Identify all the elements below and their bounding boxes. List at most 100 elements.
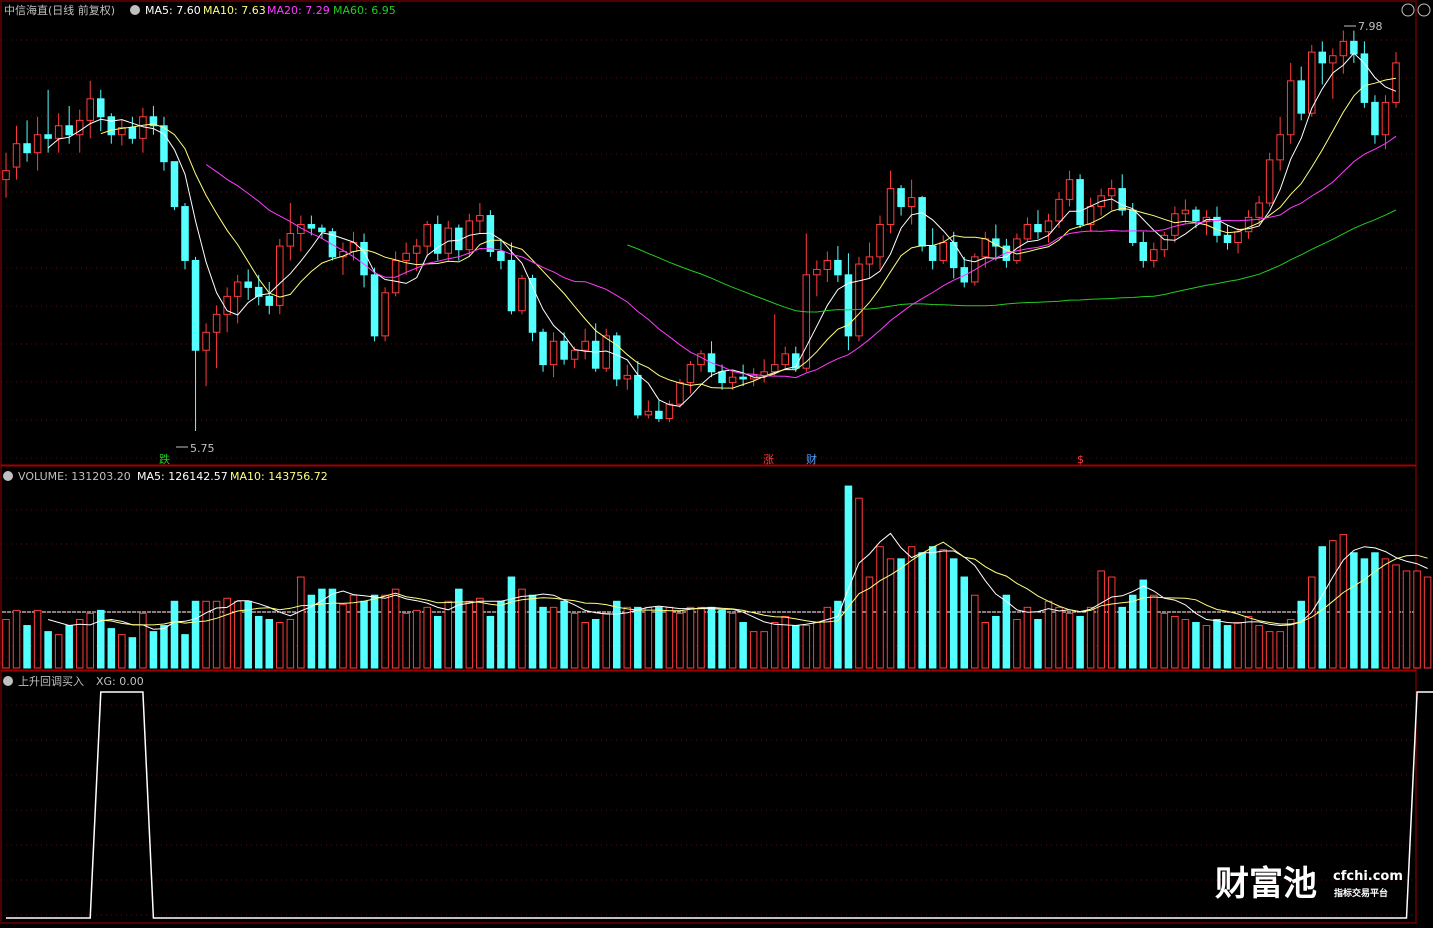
volume-bar — [118, 634, 126, 669]
volume-bar — [928, 546, 937, 669]
low-label: 5.75 — [190, 442, 215, 455]
candle-body — [644, 410, 653, 416]
volume-bar — [728, 612, 737, 669]
window-menu-icon[interactable] — [1417, 3, 1431, 17]
volume-bar — [718, 609, 726, 669]
candle-body — [1371, 101, 1379, 136]
volume-bar — [1381, 558, 1390, 669]
volume-bar — [497, 600, 505, 669]
candle-body — [2, 170, 10, 181]
window-up-icon[interactable] — [1401, 3, 1415, 17]
stock-chart[interactable]: 中信海直(日线 前复权) MA5: 7.60 MA10: 7.63 MA20: … — [0, 0, 1433, 928]
volume-bar — [1223, 625, 1232, 669]
volume-bar — [349, 594, 358, 669]
candle-body — [981, 238, 990, 258]
volume-bar — [876, 546, 884, 669]
candle-body — [65, 125, 73, 136]
legend-ma20: MA20: 7.29 — [267, 4, 330, 17]
candle-body — [212, 313, 221, 333]
volume-bar — [981, 622, 990, 669]
watermark-domain: cfchi.com — [1333, 869, 1403, 884]
volume-bar — [749, 631, 758, 669]
candle-body — [760, 371, 768, 376]
volume-collapse-icon[interactable] — [3, 471, 13, 481]
volume-bar — [402, 612, 410, 669]
volume-bar — [1413, 570, 1421, 669]
candle-body — [265, 295, 274, 306]
volume-bar — [623, 606, 632, 669]
volume-bar — [907, 546, 916, 669]
candle-body — [1318, 51, 1327, 64]
volume-bar — [1423, 576, 1432, 669]
volume-bar — [1044, 600, 1053, 669]
volume-bar — [1213, 618, 1221, 669]
candle-body — [560, 340, 568, 360]
legend-xg: XG: 0.00 — [96, 675, 144, 688]
candle-body — [739, 376, 747, 380]
volume-bar — [1402, 570, 1411, 669]
candle-body — [33, 134, 42, 154]
volume-bar — [1013, 618, 1021, 669]
candle-body — [318, 227, 326, 233]
legend-vol-ma5: MA5: 126142.57 — [137, 470, 228, 483]
candle-body — [170, 161, 179, 208]
candle-body — [834, 259, 842, 276]
volume-bar — [1350, 552, 1358, 669]
candle-body — [570, 349, 579, 360]
volume-bar — [1150, 594, 1158, 669]
candle-body — [1350, 40, 1358, 55]
candle-body — [507, 259, 516, 312]
volume-bar — [1171, 615, 1179, 669]
volume-bar — [992, 615, 1000, 669]
volume-bar — [1329, 540, 1337, 669]
candle-body — [1023, 224, 1032, 240]
volume-bar — [1265, 631, 1274, 669]
volume-bar — [770, 622, 779, 669]
volume-bar — [918, 552, 926, 669]
volume-bar — [328, 588, 337, 669]
volume-bar — [1244, 615, 1253, 669]
volume-bar — [160, 625, 168, 669]
collapse-icon[interactable] — [130, 5, 140, 15]
indicator-panel-frame — [0, 670, 1417, 924]
volume-bar — [591, 618, 600, 669]
candle-body — [1055, 198, 1063, 222]
candle-body — [581, 340, 589, 351]
volume-bar — [444, 600, 453, 669]
candle-body — [939, 241, 947, 261]
candle-body — [1118, 188, 1126, 211]
indicator-collapse-icon[interactable] — [3, 676, 13, 686]
volume-bar — [170, 600, 179, 669]
volume-bars — [2, 485, 1432, 669]
volume-bar — [1307, 576, 1316, 669]
candle-body — [1286, 80, 1295, 136]
marker-dividend: $ — [1077, 453, 1084, 466]
candle-body — [1223, 234, 1232, 243]
volume-bar — [1255, 625, 1263, 669]
candle-body — [591, 340, 600, 369]
volume-bar — [707, 606, 716, 669]
volume-bar — [486, 615, 495, 669]
volume-bar — [23, 625, 31, 669]
candle-body — [1381, 101, 1390, 136]
volume-bar — [1360, 558, 1369, 669]
legend-vol-ma10: MA10: 143756.72 — [230, 470, 328, 483]
volume-bar — [254, 615, 263, 669]
volume-bar — [602, 612, 610, 669]
candle-body — [728, 376, 737, 384]
volume-bar — [360, 600, 368, 669]
candle-body — [876, 224, 884, 258]
volume-bar — [676, 612, 684, 669]
candle-body — [12, 143, 21, 168]
volume-bar — [528, 594, 537, 669]
volume-bar — [212, 600, 221, 669]
volume-bar — [1276, 631, 1284, 669]
candle-body — [823, 259, 832, 270]
volume-bar — [75, 618, 84, 669]
volume-bar — [897, 558, 905, 669]
volume-bar — [1076, 615, 1084, 669]
volume-bar — [1118, 606, 1126, 669]
volume-bar — [971, 594, 979, 669]
volume-bar — [149, 631, 158, 669]
volume-ma-lines — [47, 532, 1428, 630]
